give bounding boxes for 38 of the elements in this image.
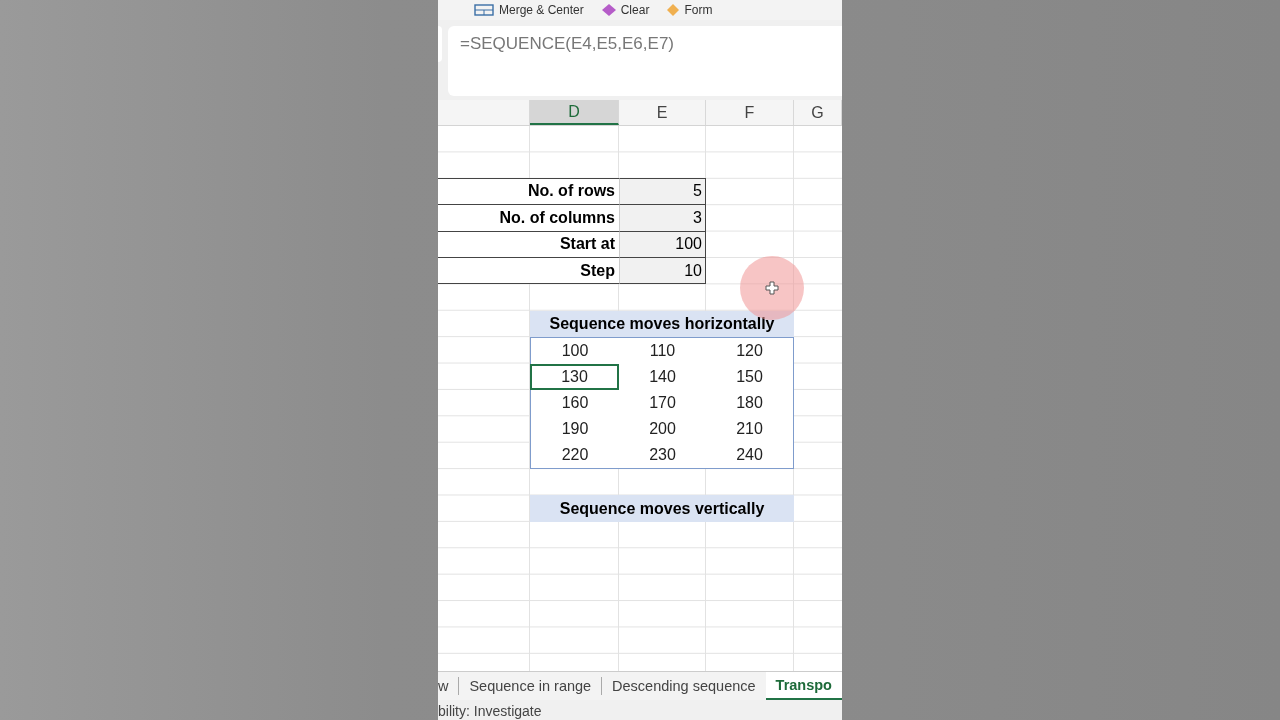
table-cell: 120 xyxy=(706,337,794,364)
table-cell: No. of columns xyxy=(438,204,619,232)
status-text: bility: Investigate xyxy=(438,703,542,719)
table-cell: 3 xyxy=(619,204,706,232)
formula-field[interactable]: =SEQUENCE(E4,E5,E6,E7) xyxy=(448,26,842,96)
ribbon-button[interactable]: Merge & Center xyxy=(499,3,584,17)
table-cell: 210 xyxy=(706,416,794,443)
column-header[interactable]: F xyxy=(706,100,794,125)
table-cell: 5 xyxy=(619,177,706,206)
table-cell: Step xyxy=(438,256,619,285)
table-cell: 110 xyxy=(619,337,706,364)
table-header: Sequence moves horizontally xyxy=(530,310,794,338)
table-cell: 230 xyxy=(619,442,706,470)
sheet-tab[interactable]: Descending sequence xyxy=(602,678,766,694)
table-cell: 150 xyxy=(706,363,794,390)
ribbon-button[interactable]: Clear xyxy=(620,3,650,17)
table-cell: 130 xyxy=(530,363,619,390)
sheet-tab[interactable]: Sequence in range xyxy=(459,678,602,694)
column-header[interactable]: D xyxy=(530,100,619,125)
table-cell: 160 xyxy=(530,389,619,417)
table-cell: 170 xyxy=(619,389,706,417)
table-cell: 10 xyxy=(619,256,706,285)
table-cell: 190 xyxy=(530,416,619,443)
sheet-tab[interactable]: Transpo xyxy=(765,672,842,700)
column-header[interactable]: G xyxy=(794,100,842,125)
table-cell: 140 xyxy=(619,363,706,390)
ribbon-button[interactable]: Form xyxy=(684,3,713,17)
table-cell: 200 xyxy=(619,416,706,443)
table-cell: No. of rows xyxy=(438,177,619,206)
table-cell: 100 xyxy=(530,337,619,364)
table-cell: 180 xyxy=(706,389,794,417)
column-header[interactable]: E xyxy=(619,100,706,125)
table-header: Sequence moves vertically xyxy=(530,495,794,522)
merge-cells-icon xyxy=(474,4,494,16)
sheet-tab[interactable]: w xyxy=(438,678,459,694)
table-cell: 100 xyxy=(619,230,706,258)
table-cell: 240 xyxy=(706,442,794,470)
table-cell: 220 xyxy=(530,442,619,470)
